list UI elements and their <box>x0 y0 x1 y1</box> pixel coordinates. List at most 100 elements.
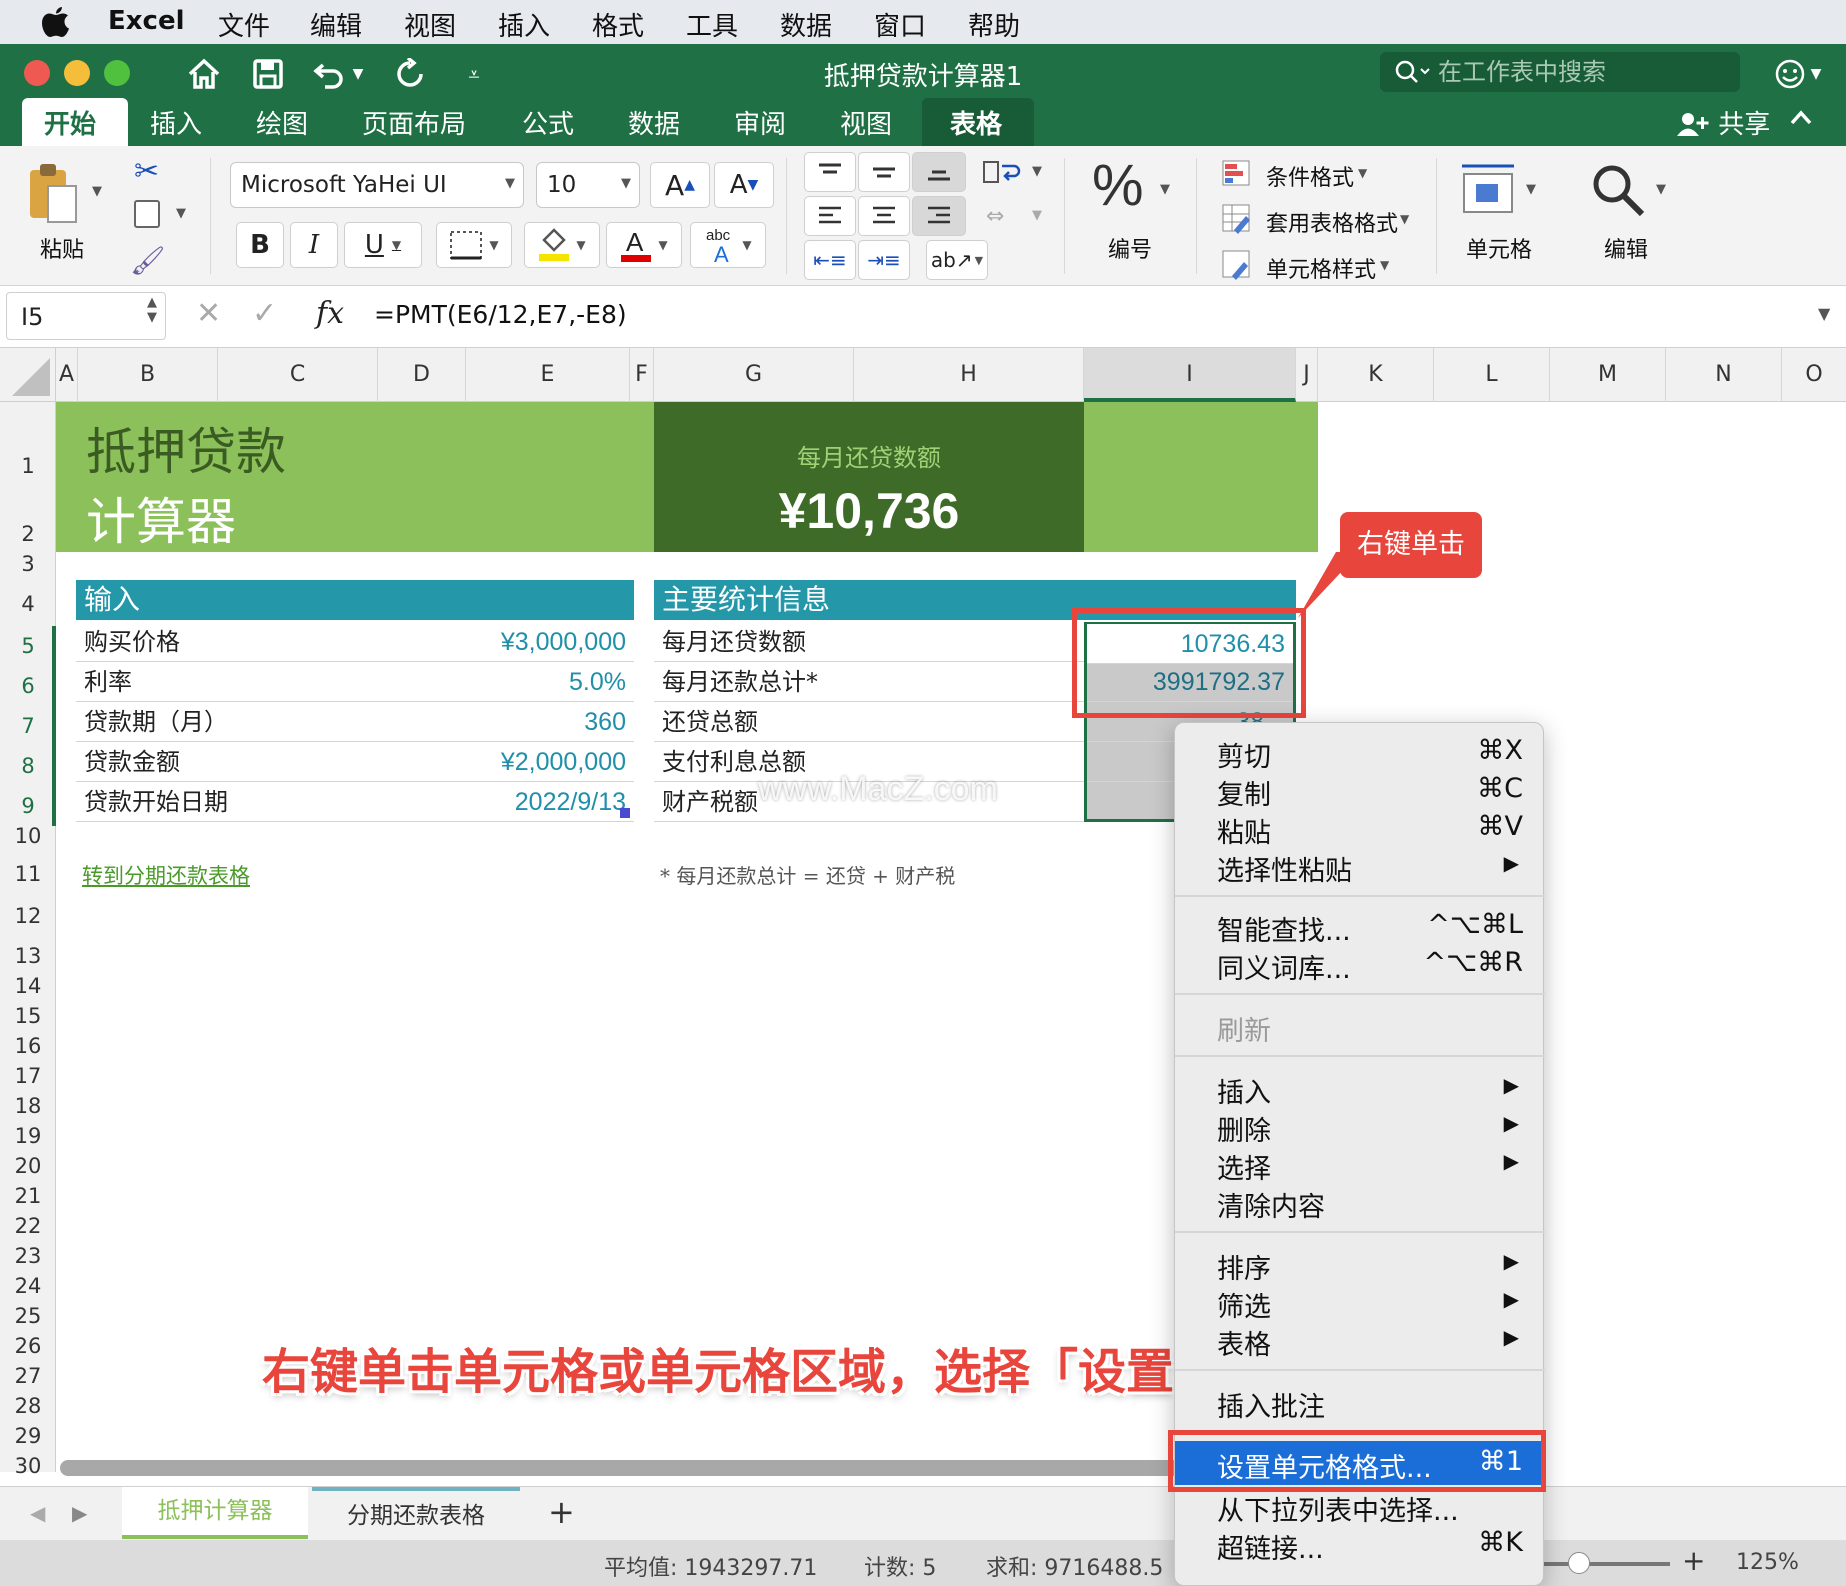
column-header[interactable]: O <box>1782 348 1846 402</box>
insert-function-icon[interactable]: fx <box>316 296 344 331</box>
row-header[interactable]: 18 <box>0 1094 56 1118</box>
row-header[interactable]: 28 <box>0 1394 56 1418</box>
cut-scissors-icon[interactable]: ✂ <box>134 154 159 189</box>
tab-formulas[interactable]: 公式 <box>522 104 574 141</box>
copy-icon[interactable] <box>134 200 160 228</box>
align-right-button[interactable] <box>912 196 966 236</box>
tab-home[interactable]: 开始 <box>44 104 96 141</box>
cancel-formula-icon[interactable]: ✕ <box>196 296 221 331</box>
align-center-button[interactable] <box>858 196 910 236</box>
menu-item-hyperlink[interactable]: 超链接... ⌘K <box>1175 1525 1545 1565</box>
format-as-table-button[interactable]: 套用表格格式 ▼ <box>1222 204 1432 238</box>
row-header[interactable]: 20 <box>0 1154 56 1178</box>
row-header[interactable]: 14 <box>0 974 56 998</box>
tab-draw[interactable]: 绘图 <box>256 104 308 141</box>
menu-tools[interactable]: 工具 <box>686 6 738 43</box>
sheet-tab-amortization[interactable]: 分期还款表格 <box>312 1487 520 1539</box>
column-header[interactable]: N <box>1666 348 1782 402</box>
column-header[interactable]: L <box>1434 348 1550 402</box>
row-header[interactable]: 1 <box>0 454 56 478</box>
paste-dropdown-icon[interactable]: ▼ <box>92 184 102 199</box>
tab-view[interactable]: 视图 <box>840 104 892 141</box>
row-header[interactable]: 16 <box>0 1034 56 1058</box>
menu-edit[interactable]: 编辑 <box>310 6 362 43</box>
row-header[interactable]: 27 <box>0 1364 56 1388</box>
row-header[interactable]: 12 <box>0 904 56 928</box>
name-box[interactable]: I5 ▲ ▼ <box>6 292 166 340</box>
share-button[interactable]: 共享 <box>1676 104 1770 141</box>
row-header[interactable]: 2 <box>0 522 56 546</box>
input-row[interactable]: 贷款期（月） 360 <box>76 702 634 742</box>
menu-item-pick-from-list[interactable]: 从下拉列表中选择... <box>1175 1487 1545 1527</box>
add-sheet-icon[interactable]: + <box>548 1493 575 1531</box>
row-header[interactable]: 15 <box>0 1004 56 1028</box>
input-row[interactable]: 贷款金额 ¥2,000,000 <box>76 742 634 782</box>
menu-file[interactable]: 文件 <box>218 6 270 43</box>
italic-button[interactable]: I <box>290 222 338 268</box>
row-header[interactable]: 30 <box>0 1454 56 1478</box>
menu-item-clear-contents[interactable]: 清除内容 <box>1175 1183 1545 1223</box>
row-header[interactable]: 4 <box>0 592 56 616</box>
tab-table-design[interactable]: 表格 <box>950 104 1002 141</box>
row-header[interactable]: 13 <box>0 944 56 968</box>
prev-sheet-icon[interactable]: ◀ <box>30 1501 45 1525</box>
row-header[interactable]: 23 <box>0 1244 56 1268</box>
row-header[interactable]: 10 <box>0 824 56 848</box>
column-header-selected[interactable]: I <box>1084 348 1296 402</box>
feedback-dropdown-icon[interactable]: ▼ <box>1806 52 1826 96</box>
menu-item-insert[interactable]: 插入 ▶ <box>1175 1069 1545 1109</box>
input-row[interactable]: 购买价格 ¥3,000,000 <box>76 622 634 662</box>
menu-item-copy[interactable]: 复制 ⌘C <box>1175 771 1545 811</box>
merge-dropdown-icon[interactable]: ▼ <box>1032 208 1042 223</box>
menu-format[interactable]: 格式 <box>592 6 644 43</box>
align-top-button[interactable] <box>804 152 856 192</box>
cell-styles-button[interactable]: 单元格样式 ▼ <box>1222 250 1432 284</box>
row-header[interactable]: 3 <box>0 552 56 576</box>
menu-item-thesaurus[interactable]: 同义词库... ^⌥⌘R <box>1175 945 1545 985</box>
increase-font-size-button[interactable]: A ▲ <box>650 162 710 208</box>
row-header[interactable]: 24 <box>0 1274 56 1298</box>
edit-dropdown-icon[interactable]: ▼ <box>1656 182 1666 197</box>
align-bottom-button[interactable] <box>912 152 966 192</box>
confirm-formula-icon[interactable]: ✓ <box>252 296 277 331</box>
row-header[interactable]: 17 <box>0 1064 56 1088</box>
zoom-slider[interactable] <box>1544 1562 1670 1566</box>
row-header[interactable]: 6 <box>0 674 56 698</box>
row-header[interactable]: 26 <box>0 1334 56 1358</box>
formula-input[interactable]: =PMT(E6/12,E7,-E8) <box>374 300 627 329</box>
menu-item-delete[interactable]: 删除 ▶ <box>1175 1107 1545 1147</box>
zoom-level[interactable]: 125% <box>1736 1550 1799 1575</box>
cells-icon[interactable] <box>1460 160 1516 220</box>
row-header[interactable]: 22 <box>0 1214 56 1238</box>
copy-dropdown-icon[interactable]: ▼ <box>176 206 186 221</box>
tab-data[interactable]: 数据 <box>628 104 680 141</box>
menu-window[interactable]: 窗口 <box>874 6 926 43</box>
percent-number-icon[interactable]: % <box>1092 152 1144 219</box>
row-header[interactable]: 19 <box>0 1124 56 1148</box>
merge-center-icon[interactable]: ⇔ <box>986 204 1004 229</box>
zoom-in-icon[interactable]: + <box>1682 1544 1705 1577</box>
date-picker-marker[interactable] <box>620 808 630 818</box>
tab-page-layout[interactable]: 页面布局 <box>362 104 466 141</box>
column-header[interactable]: H <box>854 348 1084 402</box>
menu-item-insert-comment[interactable]: 插入批注 <box>1175 1383 1545 1423</box>
text-orientation-button[interactable]: ab↗ ▼ <box>926 240 988 280</box>
format-painter-icon[interactable]: 🖌 <box>130 244 166 277</box>
column-header[interactable]: B <box>78 348 218 402</box>
row-header[interactable]: 7 <box>0 714 56 738</box>
menu-item-cut[interactable]: 剪切 ⌘X <box>1175 733 1545 773</box>
menu-item-table[interactable]: 表格 ▶ <box>1175 1321 1545 1361</box>
fill-color-button[interactable]: ▼ <box>524 222 600 268</box>
column-header[interactable]: E <box>466 348 630 402</box>
font-color-button[interactable]: A ▼ <box>606 222 682 268</box>
column-header[interactable]: F <box>630 348 654 402</box>
wrap-text-dropdown-icon[interactable]: ▼ <box>1032 164 1042 179</box>
row-header[interactable]: 8 <box>0 754 56 778</box>
menu-item-paste[interactable]: 粘贴 ⌘V <box>1175 809 1545 849</box>
wrap-text-icon[interactable] <box>982 158 1022 190</box>
column-header[interactable]: A <box>56 348 78 402</box>
column-header[interactable]: J <box>1296 348 1318 402</box>
conditional-format-button[interactable]: 条件格式 ▼ <box>1222 158 1432 192</box>
align-middle-button[interactable] <box>858 152 910 192</box>
row-header[interactable]: 25 <box>0 1304 56 1328</box>
